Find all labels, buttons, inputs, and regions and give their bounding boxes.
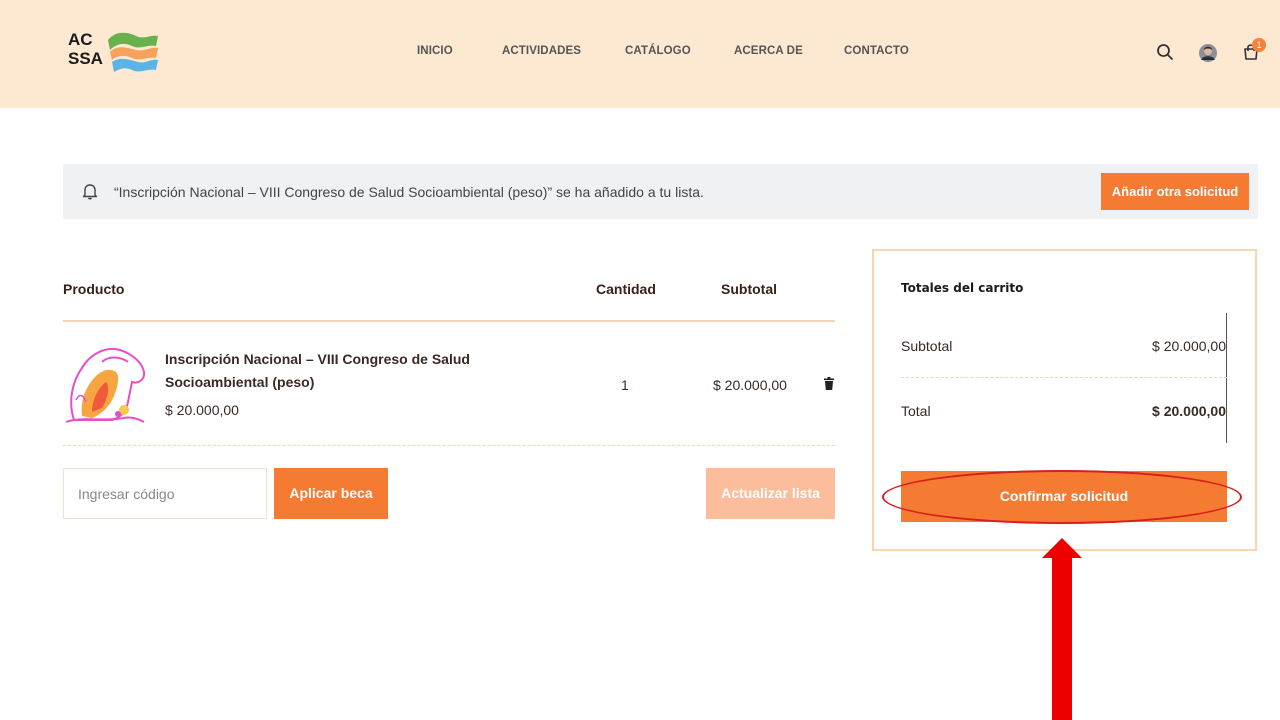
add-another-request-button[interactable]: Añadir otra solicitud bbox=[1101, 173, 1249, 210]
coupon-code-input[interactable] bbox=[63, 468, 267, 519]
totals-subtotal-label: Subtotal bbox=[901, 338, 953, 354]
quantity-value[interactable]: 1 bbox=[621, 377, 629, 393]
confirm-request-button[interactable]: Confirmar solicitud bbox=[901, 471, 1227, 522]
avatar[interactable] bbox=[1198, 43, 1218, 63]
notice-message: “Inscripción Nacional – VIII Congreso de… bbox=[114, 184, 704, 200]
trash-icon[interactable] bbox=[823, 377, 835, 390]
update-list-button[interactable]: Actualizar lista bbox=[706, 468, 835, 519]
cart-totals-title: Totales del carrito bbox=[901, 281, 1024, 295]
annotation-arrow-icon bbox=[1042, 538, 1082, 720]
totals-total-label: Total bbox=[901, 403, 931, 419]
cart-count-badge: 1 bbox=[1252, 38, 1266, 52]
totals-divider bbox=[901, 377, 1227, 378]
apply-scholarship-button[interactable]: Aplicar beca bbox=[274, 468, 388, 519]
table-header-divider bbox=[63, 320, 835, 322]
site-header: AC SSA INICIO ACTIVIDADES CATÁLOGO ACERC… bbox=[0, 0, 1280, 108]
column-header-product: Producto bbox=[63, 281, 125, 297]
row-subtotal: $ 20.000,00 bbox=[713, 377, 787, 393]
nav-item-inicio[interactable]: INICIO bbox=[417, 45, 453, 57]
totals-divider-line bbox=[1226, 313, 1227, 443]
totals-subtotal-value: $ 20.000,00 bbox=[1152, 338, 1226, 354]
product-price: $ 20.000,00 bbox=[165, 402, 239, 418]
nav-item-acerca-de[interactable]: ACERCA DE bbox=[734, 45, 803, 57]
nav-item-catalogo[interactable]: CATÁLOGO bbox=[625, 45, 691, 57]
nav-item-contacto[interactable]: CONTACTO bbox=[844, 45, 909, 57]
search-icon[interactable] bbox=[1155, 42, 1175, 62]
product-name[interactable]: Inscripción Nacional – VIII Congreso de … bbox=[165, 348, 565, 394]
bell-icon bbox=[82, 184, 98, 200]
added-to-cart-notice: “Inscripción Nacional – VIII Congreso de… bbox=[63, 164, 1258, 219]
column-header-quantity: Cantidad bbox=[596, 281, 656, 297]
main-nav: INICIO ACTIVIDADES CATÁLOGO ACERCA DE CO… bbox=[0, 45, 1280, 61]
totals-total-value: $ 20.000,00 bbox=[1152, 403, 1226, 419]
product-thumbnail[interactable] bbox=[62, 342, 146, 426]
nav-item-actividades[interactable]: ACTIVIDADES bbox=[502, 45, 581, 57]
column-header-subtotal: Subtotal bbox=[721, 281, 777, 297]
table-row-divider bbox=[63, 445, 835, 446]
